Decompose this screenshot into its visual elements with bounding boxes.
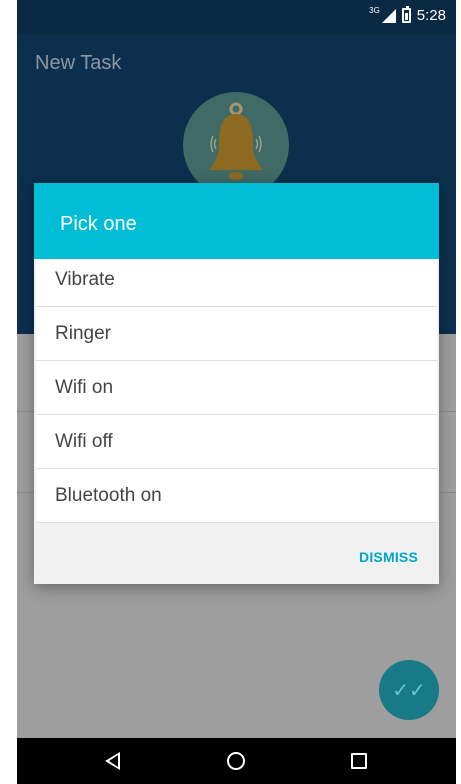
battery-icon <box>401 6 411 23</box>
pick-one-dialog: Pick one Vibrate Ringer Wifi on Wifi off… <box>34 183 439 584</box>
network-type: 3G <box>369 6 380 15</box>
dialog-title: Pick one <box>34 183 439 259</box>
navigation-bar <box>17 738 456 784</box>
bell-icon <box>209 102 263 180</box>
signal-icon <box>381 8 396 23</box>
options-list: Vibrate Ringer Wifi on Wifi off Bluetoot… <box>34 259 439 523</box>
option-vibrate[interactable]: Vibrate <box>36 259 437 307</box>
done-fab[interactable]: ✓✓ <box>379 660 439 720</box>
double-check-icon: ✓✓ <box>392 679 426 702</box>
option-wifi-on[interactable]: Wifi on <box>36 361 437 415</box>
option-ringer[interactable]: Ringer <box>36 307 437 361</box>
dismiss-button[interactable]: DISMISS <box>359 549 418 565</box>
app-title: New Task <box>35 52 122 74</box>
home-icon[interactable] <box>227 752 245 770</box>
recent-apps-icon[interactable] <box>351 753 367 769</box>
option-bluetooth-on[interactable]: Bluetooth on <box>36 469 437 523</box>
status-bar: 3G 5:28 <box>17 0 456 34</box>
option-wifi-off[interactable]: Wifi off <box>36 415 437 469</box>
status-icons: 3G 5:28 <box>369 6 446 24</box>
back-icon[interactable] <box>105 752 120 770</box>
status-time: 5:28 <box>416 7 446 24</box>
